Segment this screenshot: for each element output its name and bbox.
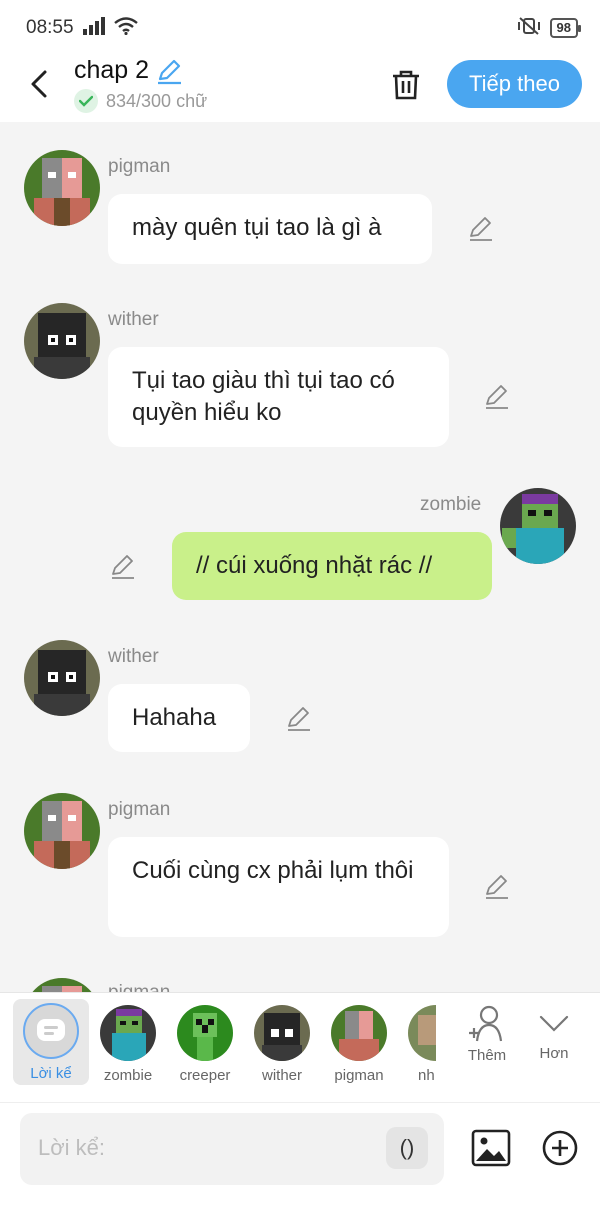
character-selector: Lời kể zombie creeper wither pigman nh T…: [0, 992, 600, 1102]
chat-area[interactable]: pigman mày quên tụi tao là gì à wither T…: [0, 122, 600, 992]
character-label: zombie: [103, 1067, 153, 1084]
message-author: pigman: [108, 799, 171, 820]
character-zombie[interactable]: zombie: [90, 993, 166, 1093]
character-pigman[interactable]: pigman: [321, 993, 397, 1093]
character-label: pigman: [334, 1067, 384, 1084]
pencil-icon: [112, 555, 134, 579]
message-bubble[interactable]: Hahaha: [108, 684, 250, 752]
edit-message-button[interactable]: [482, 382, 512, 412]
message-bubble-self[interactable]: // cúi xuống nhặt rác //: [172, 532, 492, 600]
more-button[interactable]: Hơn: [524, 1005, 584, 1062]
check-icon: [74, 89, 98, 113]
wifi-icon: [113, 16, 138, 40]
character-label: wither: [261, 1067, 302, 1084]
plus-circle-icon: [542, 1130, 578, 1166]
pencil-icon: [288, 707, 310, 731]
battery-indicator: 98: [549, 18, 582, 38]
message-author: wither: [108, 646, 159, 667]
status-right: 98: [516, 16, 582, 41]
word-count-row: 834/300 chữ: [74, 89, 207, 113]
avatar-wither: [254, 1005, 310, 1061]
message-author: pigman: [108, 156, 171, 177]
more-label: Hơn: [539, 1045, 569, 1062]
image-icon: [471, 1129, 511, 1167]
character-label: nh: [418, 1067, 435, 1084]
avatar-pigman[interactable]: [24, 793, 100, 869]
word-count: 834/300 chữ: [106, 90, 208, 111]
message-bubble[interactable]: Tụi tao giàu thì tụi tao có quyền hiểu k…: [108, 347, 449, 447]
pencil-icon: [470, 217, 492, 241]
avatar-partial: [408, 1005, 436, 1061]
character-partial[interactable]: nh: [398, 993, 436, 1093]
editor-header: chap 2 834/300 chữ Tiếp theo: [0, 56, 600, 122]
message-author: zombie: [420, 494, 482, 515]
chevron-down-icon: [539, 1015, 569, 1032]
avatar-zombie: [100, 1005, 156, 1061]
pencil-icon: [486, 385, 508, 409]
message-input[interactable]: Lời kể: (): [20, 1113, 444, 1185]
avatar-wither[interactable]: [24, 640, 100, 716]
signal-icon: [82, 16, 106, 40]
avatar-pigman: [331, 1005, 387, 1061]
delete-button[interactable]: [388, 66, 424, 102]
avatar-wither[interactable]: [24, 303, 100, 379]
vibrate-off-icon: [516, 16, 542, 41]
chapter-title: chap 2: [74, 56, 150, 84]
insert-image-button[interactable]: [470, 1127, 512, 1169]
character-label: creeper: [179, 1067, 231, 1084]
chapter-title-row[interactable]: chap 2: [74, 56, 207, 85]
message-author: pigman: [108, 982, 170, 992]
character-label: Lời kể: [30, 1065, 72, 1082]
pencil-icon: [486, 875, 508, 899]
avatar-zombie[interactable]: [500, 488, 576, 564]
character-narrator[interactable]: Lời kể: [13, 999, 89, 1085]
narrator-icon: [23, 1003, 79, 1059]
status-time: 08:55: [26, 17, 74, 38]
add-person-icon: [469, 1005, 503, 1042]
message-bubble[interactable]: mày quên tụi tao là gì à: [108, 194, 432, 264]
edit-message-button[interactable]: [482, 872, 512, 902]
back-button[interactable]: [24, 66, 54, 102]
add-character-button[interactable]: Thêm: [457, 1005, 517, 1064]
message-author: wither: [108, 309, 159, 330]
parentheses-button[interactable]: (): [386, 1127, 428, 1169]
message-input-placeholder: Lời kể:: [38, 1135, 106, 1160]
input-bar: Lời kể: (): [0, 1102, 600, 1205]
status-bar: 08:55 98: [0, 0, 600, 56]
chapter-title-block: chap 2 834/300 chữ: [74, 56, 207, 113]
avatar-creeper: [177, 1005, 233, 1061]
avatar-pigman[interactable]: [24, 978, 100, 992]
character-creeper[interactable]: creeper: [167, 993, 243, 1093]
add-character-label: Thêm: [467, 1047, 507, 1064]
edit-title-icon[interactable]: [155, 57, 183, 85]
add-button[interactable]: [541, 1129, 579, 1167]
status-left: 08:55: [26, 16, 138, 40]
character-wither[interactable]: wither: [244, 993, 320, 1093]
edit-message-button[interactable]: [466, 214, 496, 244]
edit-message-button[interactable]: [284, 704, 314, 734]
trash-icon: [393, 70, 419, 100]
message-bubble[interactable]: Cuối cùng cx phải lụm thôi: [108, 837, 449, 937]
avatar-pigman[interactable]: [24, 150, 100, 226]
chevron-left-icon: [31, 70, 47, 98]
edit-message-button[interactable]: [108, 552, 138, 582]
next-button[interactable]: Tiếp theo: [447, 60, 582, 108]
